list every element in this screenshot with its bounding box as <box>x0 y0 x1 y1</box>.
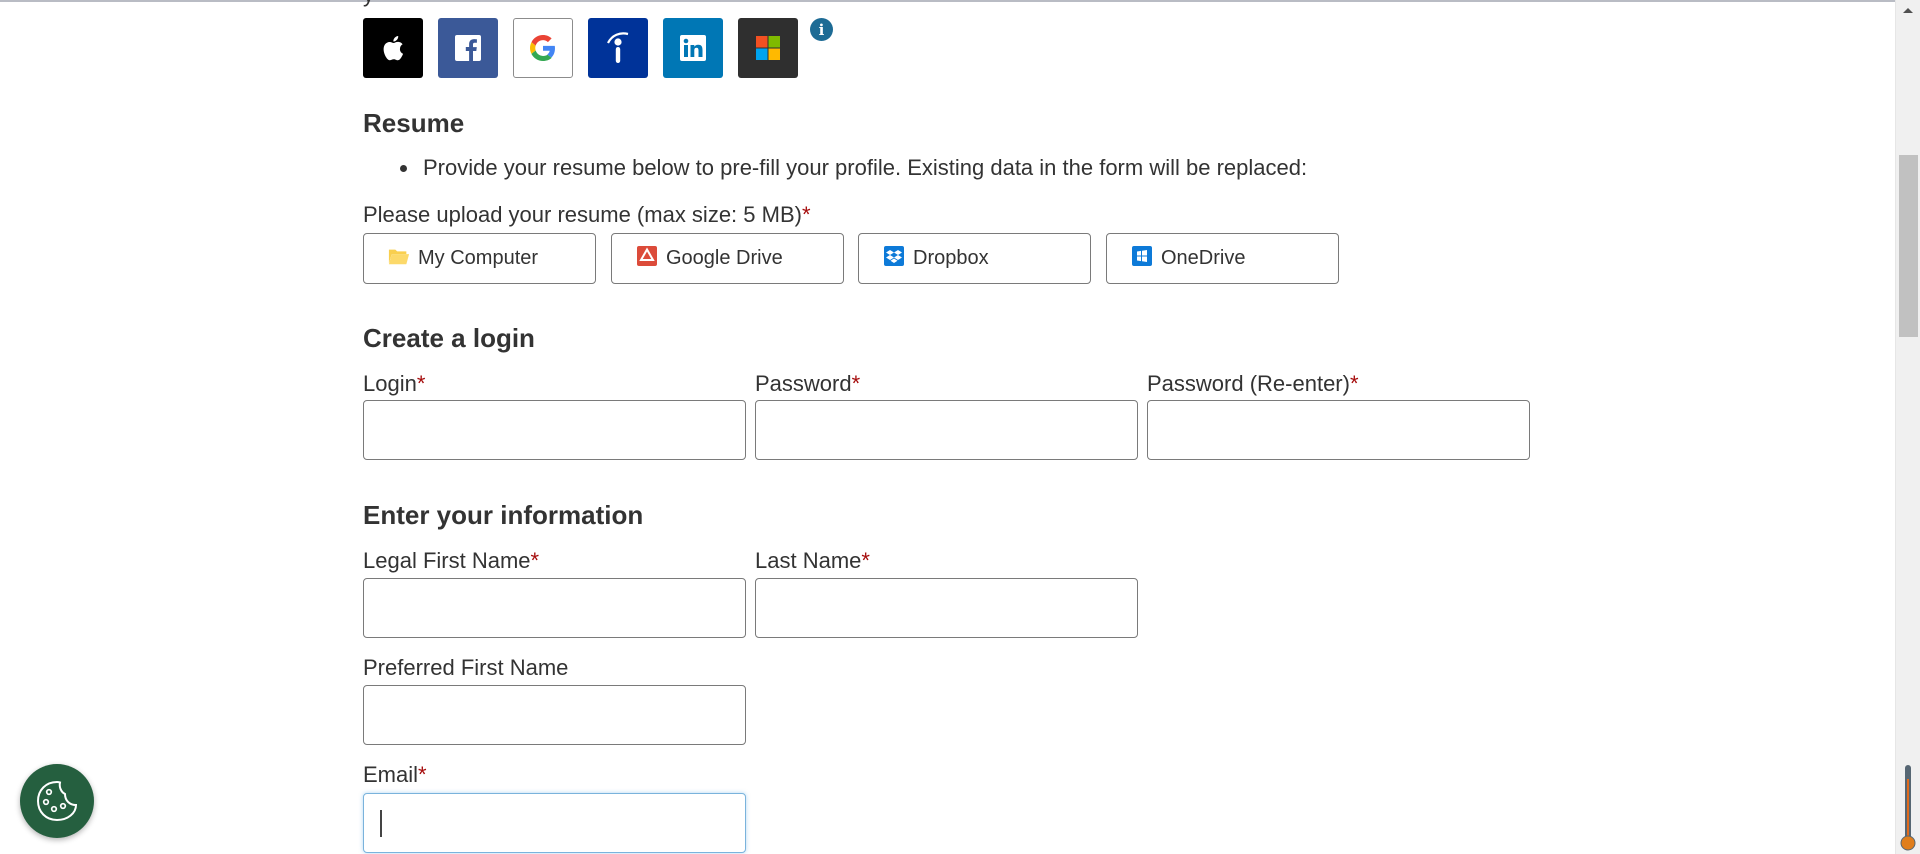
facebook-icon <box>455 35 481 61</box>
upload-dropbox-button[interactable]: Dropbox <box>858 233 1091 284</box>
password-reenter-input[interactable] <box>1147 400 1530 460</box>
upload-my-computer-button[interactable]: My Computer <box>363 233 596 284</box>
required-mark: * <box>861 548 870 573</box>
resume-instructions: Provide your resume below to pre-fill yo… <box>400 155 1307 181</box>
facebook-signin-button[interactable] <box>438 18 498 78</box>
text-caret <box>380 810 382 837</box>
create-login-heading: Create a login <box>363 323 535 353</box>
social-signin-row: i <box>363 18 833 78</box>
google-icon <box>530 35 555 61</box>
password-reenter-label-text: Password (Re-enter) <box>1147 371 1350 396</box>
required-mark: * <box>851 371 861 396</box>
enter-information-heading: Enter your information <box>363 500 644 530</box>
folder-icon <box>388 245 410 267</box>
resume-heading: Resume <box>363 108 465 138</box>
email-label: Email* <box>363 762 427 788</box>
password-reenter-label: Password (Re-enter)* <box>1147 371 1359 397</box>
scroll-up-arrow-icon[interactable] <box>1903 8 1913 13</box>
bullet-dot <box>400 164 407 172</box>
cookie-icon <box>36 780 78 822</box>
thermometer-icon <box>1900 765 1916 851</box>
last-name-label-text: Last Name <box>755 548 862 573</box>
legal-first-name-label-text: Legal First Name <box>363 548 531 573</box>
google-drive-icon <box>636 245 658 267</box>
login-label-text: Login <box>363 371 417 396</box>
apple-signin-button[interactable] <box>363 18 423 78</box>
preferred-first-name-input[interactable] <box>363 685 746 745</box>
upload-source-label: OneDrive <box>1161 247 1246 269</box>
resume-instructions-text: Provide your resume below to pre-fill yo… <box>423 155 1308 180</box>
microsoft-signin-button[interactable] <box>738 18 798 78</box>
indeed-icon <box>607 32 629 63</box>
preferred-first-name-label: Preferred First Name <box>363 655 568 681</box>
dropbox-icon <box>883 245 905 267</box>
login-input[interactable] <box>363 400 746 460</box>
required-mark: * <box>416 371 426 396</box>
indeed-signin-button[interactable] <box>588 18 648 78</box>
password-label: Password* <box>755 371 860 397</box>
legal-first-name-input[interactable] <box>363 578 746 638</box>
email-label-text: Email <box>363 762 419 787</box>
required-mark: * <box>1349 371 1359 396</box>
linkedin-signin-button[interactable] <box>663 18 723 78</box>
required-mark: * <box>530 548 540 573</box>
top-border <box>0 0 1895 2</box>
onedrive-icon <box>1131 245 1153 267</box>
login-label: Login* <box>363 371 425 397</box>
vertical-scrollbar[interactable] <box>1895 0 1920 854</box>
scrollbar-thumb[interactable] <box>1899 155 1918 337</box>
legal-first-name-label: Legal First Name* <box>363 548 539 574</box>
last-name-label: Last Name* <box>755 548 870 574</box>
info-icon[interactable]: i <box>810 18 833 41</box>
clipped-heading-text: y <box>363 0 374 8</box>
preferred-first-name-label-text: Preferred First Name <box>363 655 569 680</box>
upload-source-label: Dropbox <box>913 247 989 269</box>
upload-resume-label-text: Please upload your resume (max size: 5 M… <box>363 202 802 227</box>
email-input[interactable] <box>363 793 746 853</box>
google-signin-button[interactable] <box>513 18 573 78</box>
microsoft-icon <box>756 36 780 60</box>
last-name-input[interactable] <box>755 578 1138 638</box>
password-input[interactable] <box>755 400 1138 460</box>
required-mark: * <box>418 762 427 787</box>
required-mark: * <box>801 202 811 227</box>
upload-google-drive-button[interactable]: Google Drive <box>611 233 844 284</box>
cookie-settings-button[interactable] <box>20 764 94 838</box>
upload-source-label: My Computer <box>418 247 539 269</box>
upload-onedrive-button[interactable]: OneDrive <box>1106 233 1339 284</box>
upload-resume-label: Please upload your resume (max size: 5 M… <box>363 202 811 228</box>
apple-icon <box>383 36 404 61</box>
password-label-text: Password <box>755 371 852 396</box>
upload-source-label: Google Drive <box>666 247 783 269</box>
linkedin-icon <box>680 35 706 61</box>
